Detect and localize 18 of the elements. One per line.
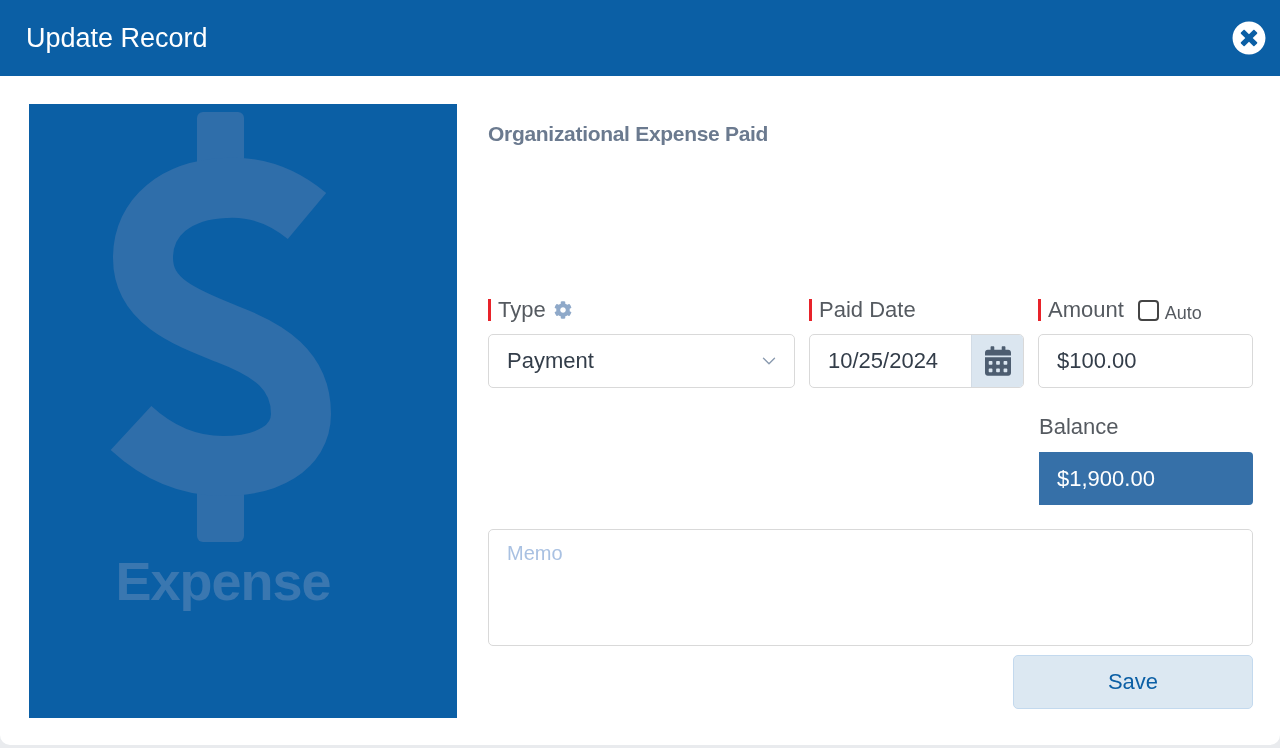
- memo-field[interactable]: Memo: [488, 529, 1253, 646]
- field-label: Amount: [1048, 297, 1124, 323]
- close-button[interactable]: [1232, 21, 1266, 55]
- calendar-button[interactable]: [971, 335, 1023, 387]
- date-field[interactable]: 10/25/2024: [809, 334, 1024, 388]
- field-label: Type: [498, 297, 546, 323]
- calendar-icon: [984, 346, 1011, 376]
- save-button[interactable]: Save: [1013, 655, 1253, 709]
- form-heading: Organizational Expense Paid: [488, 122, 770, 146]
- balance-label: Balance: [1039, 414, 1120, 441]
- type-select[interactable]: Payment: [488, 334, 795, 388]
- close-icon: [1232, 21, 1266, 55]
- checkbox-label: Auto: [1164, 302, 1202, 324]
- dialog-title: Update Record: [26, 22, 208, 54]
- auto-checkbox[interactable]: [1137, 299, 1159, 321]
- field-label: Paid Date: [819, 297, 916, 323]
- amount-field[interactable]: $100.00: [1038, 334, 1253, 388]
- balance-value: $1,900.00: [1039, 452, 1253, 505]
